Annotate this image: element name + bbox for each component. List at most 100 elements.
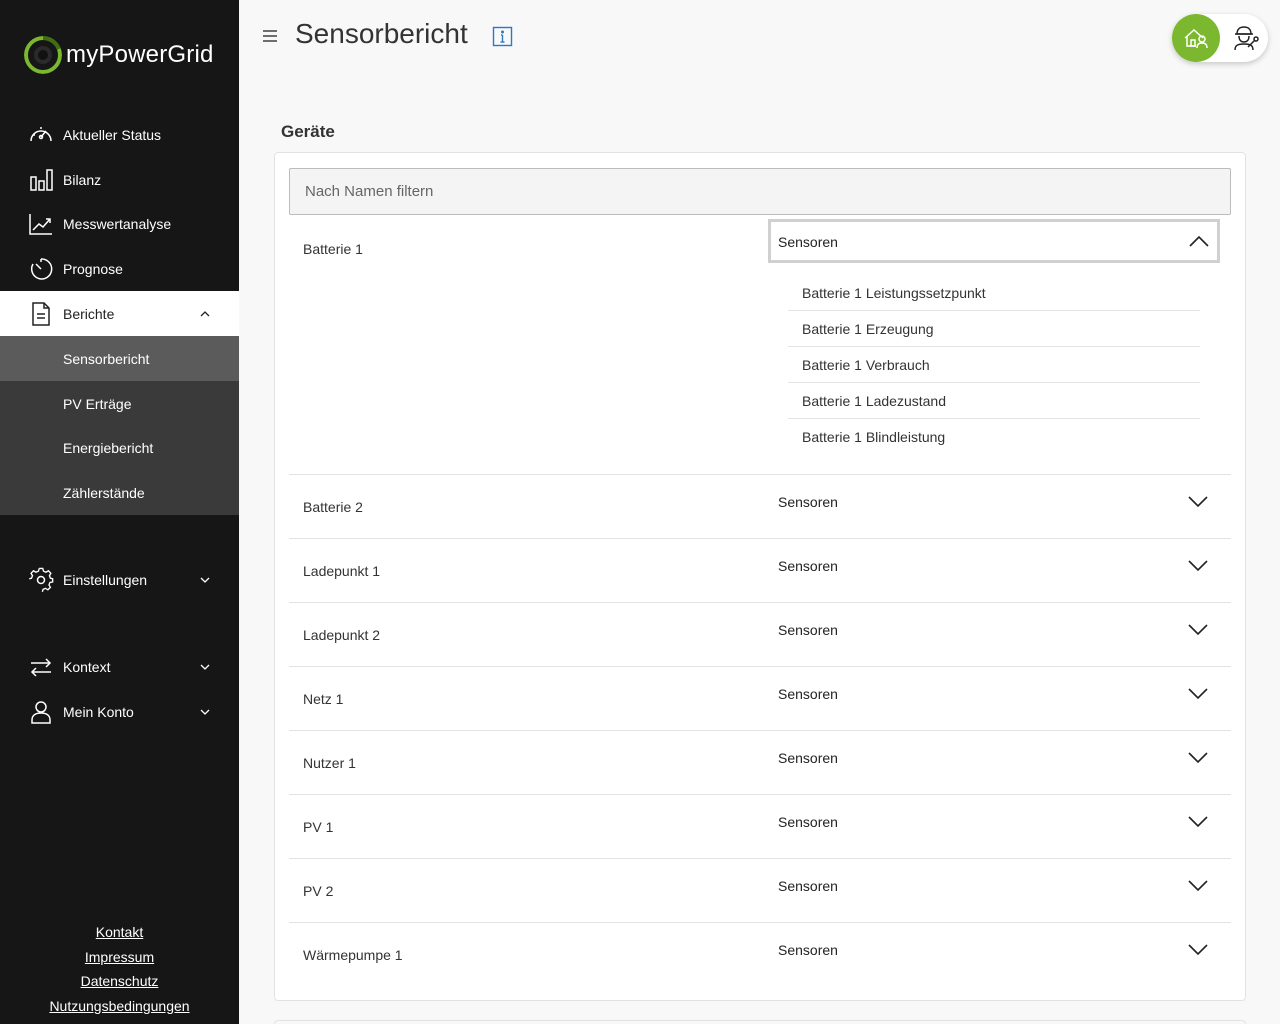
- sidebar-item-prognose[interactable]: Prognose: [0, 246, 239, 291]
- sidebar-subitem-label: PV Erträge: [63, 395, 132, 412]
- sidebar: myPowerGrid Aktueller Status Bilanz Mess…: [0, 0, 239, 1024]
- sidebar-item-kontext[interactable]: Kontext: [0, 644, 239, 689]
- info-icon[interactable]: [492, 26, 513, 47]
- device-row-batterie-1: Batterie 1 Sensoren Batterie 1 Leistungs…: [289, 215, 1231, 475]
- sidebar-subitem-energiebericht[interactable]: Energiebericht: [0, 425, 239, 470]
- device-name: Wärmepumpe 1: [303, 947, 403, 963]
- sensor-option[interactable]: Batterie 1 Verbrauch: [788, 347, 1200, 383]
- sidebar-item-label: Messwertanalyse: [63, 215, 172, 232]
- footer-links: Kontakt Impressum Datenschutz Nutzungsbe…: [0, 920, 239, 1018]
- home-context-button[interactable]: [1172, 14, 1220, 62]
- device-name: Batterie 1: [303, 241, 363, 257]
- chevron-up-icon: [200, 310, 210, 316]
- gear-icon: [29, 567, 54, 592]
- footer-link-kontakt[interactable]: Kontakt: [0, 920, 239, 945]
- footer-link-datenschutz[interactable]: Datenschutz: [0, 969, 239, 994]
- chevron-down-icon[interactable]: [1187, 751, 1209, 765]
- sensor-select[interactable]: Sensoren: [778, 750, 838, 766]
- timer-icon: [30, 257, 53, 280]
- sidebar-subitem-pv-ertraege[interactable]: PV Erträge: [0, 381, 239, 426]
- sensor-option[interactable]: Batterie 1 Ladezustand: [788, 383, 1200, 419]
- device-name: Ladepunkt 2: [303, 627, 381, 643]
- hamburger-menu-icon[interactable]: [262, 28, 278, 44]
- device-row-pv-1: PV 1 Sensoren: [289, 795, 1231, 859]
- device-row-netz-1: Netz 1 Sensoren: [289, 667, 1231, 731]
- device-row-waermepumpe-1: Wärmepumpe 1 Sensoren: [289, 923, 1231, 987]
- sidebar-item-messwertanalyse[interactable]: Messwertanalyse: [0, 201, 239, 246]
- sidebar-item-einstellungen[interactable]: Einstellungen: [0, 557, 239, 602]
- chevron-up-icon: [1189, 235, 1209, 247]
- page-title: Sensorbericht: [295, 18, 468, 49]
- device-row-ladepunkt-2: Ladepunkt 2 Sensoren: [289, 603, 1231, 667]
- sidebar-subitem-sensorbericht[interactable]: Sensorbericht: [0, 336, 239, 381]
- sidebar-item-label: Kontext: [63, 658, 111, 675]
- chevron-down-icon[interactable]: [1187, 879, 1209, 893]
- footer-link-nutzungsbedingungen[interactable]: Nutzungsbedingungen: [0, 994, 239, 1019]
- device-name: Ladepunkt 1: [303, 563, 381, 579]
- app-name: myPowerGrid: [66, 41, 214, 68]
- installer-button[interactable]: [1224, 18, 1264, 58]
- sensor-option[interactable]: Batterie 1 Blindleistung: [788, 419, 1200, 455]
- sensor-select[interactable]: Sensoren: [778, 942, 838, 958]
- sidebar-subitem-zaehlerstaende[interactable]: Zählerstände: [0, 470, 239, 515]
- device-name: PV 2: [303, 883, 334, 899]
- chevron-down-icon[interactable]: [1187, 623, 1209, 637]
- sidebar-item-aktueller-status[interactable]: Aktueller Status: [0, 112, 239, 157]
- logo-icon: [24, 36, 62, 74]
- logo[interactable]: myPowerGrid: [24, 36, 214, 74]
- sidebar-item-label: Mein Konto: [63, 703, 134, 720]
- sensor-select-open[interactable]: Sensoren: [768, 219, 1220, 263]
- sensor-select-label: Sensoren: [778, 234, 838, 250]
- device-row-batterie-2: Batterie 2 Sensoren: [289, 475, 1231, 539]
- devices-panel: Batterie 1 Sensoren Batterie 1 Leistungs…: [274, 152, 1246, 1001]
- chevron-down-icon[interactable]: [1187, 815, 1209, 829]
- sensor-option[interactable]: Batterie 1 Erzeugung: [788, 311, 1200, 347]
- chevron-down-icon[interactable]: [1187, 495, 1209, 509]
- sensor-select[interactable]: Sensoren: [778, 686, 838, 702]
- line-chart-icon: [29, 213, 52, 235]
- top-actions: [1172, 14, 1268, 62]
- sidebar-item-label: Berichte: [63, 305, 115, 322]
- device-name: Nutzer 1: [303, 755, 356, 771]
- sidebar-subitem-label: Sensorbericht: [63, 350, 150, 367]
- sidebar-item-label: Einstellungen: [63, 571, 148, 588]
- chevron-down-icon[interactable]: [1187, 559, 1209, 573]
- sensor-select[interactable]: Sensoren: [778, 814, 838, 830]
- device-row-nutzer-1: Nutzer 1 Sensoren: [289, 731, 1231, 795]
- sensor-select[interactable]: Sensoren: [778, 558, 838, 574]
- sidebar-item-label: Aktueller Status: [63, 126, 162, 143]
- home-user-icon: [1184, 28, 1208, 49]
- chevron-down-icon: [200, 709, 210, 715]
- sensor-select[interactable]: Sensoren: [778, 494, 838, 510]
- swap-arrows-icon: [30, 657, 52, 677]
- chevron-down-icon[interactable]: [1187, 687, 1209, 701]
- sidebar-item-label: Bilanz: [63, 171, 102, 188]
- filter-input[interactable]: [289, 168, 1231, 215]
- chevron-down-icon: [200, 577, 210, 583]
- sidebar-item-mein-konto[interactable]: Mein Konto: [0, 689, 239, 734]
- gauge-icon: [30, 126, 52, 141]
- sidebar-item-berichte[interactable]: Berichte: [0, 291, 239, 336]
- chevron-down-icon[interactable]: [1187, 943, 1209, 957]
- sensor-select[interactable]: Sensoren: [778, 622, 838, 638]
- sidebar-item-label: Prognose: [63, 260, 123, 277]
- device-row-ladepunkt-1: Ladepunkt 1 Sensoren: [289, 539, 1231, 603]
- sidebar-subnav: Sensorbericht PV Erträge Energiebericht …: [0, 336, 239, 515]
- user-icon: [31, 700, 51, 724]
- device-name: PV 1: [303, 819, 334, 835]
- chevron-down-icon: [200, 664, 210, 670]
- section-title-geraete: Geräte: [281, 122, 335, 141]
- device-name: Netz 1: [303, 691, 344, 707]
- sidebar-subitem-label: Zählerstände: [63, 484, 145, 501]
- document-icon: [32, 301, 50, 326]
- installer-worker-icon: [1234, 26, 1259, 51]
- sidebar-subitem-label: Energiebericht: [63, 439, 154, 456]
- footer-link-impressum[interactable]: Impressum: [0, 945, 239, 970]
- sensor-option[interactable]: Batterie 1 Leistungssetzpunkt: [788, 275, 1200, 311]
- sensor-select[interactable]: Sensoren: [778, 878, 838, 894]
- next-panel-edge: [274, 1020, 1246, 1024]
- bar-chart-icon: [30, 168, 53, 191]
- sidebar-item-bilanz[interactable]: Bilanz: [0, 157, 239, 202]
- sensor-options-list: Batterie 1 Leistungssetzpunkt Batterie 1…: [788, 275, 1200, 455]
- device-name: Batterie 2: [303, 499, 363, 515]
